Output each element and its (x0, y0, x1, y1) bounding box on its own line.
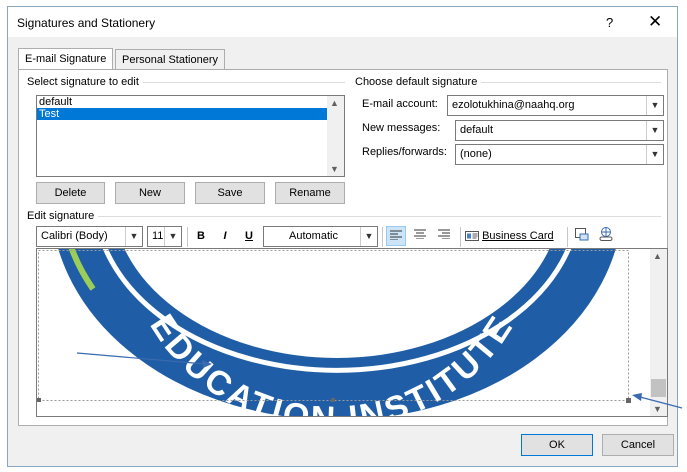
delete-button-label: Delete (54, 187, 87, 199)
title-bar: Signatures and Stationery ? ✕ (8, 7, 677, 37)
align-center-icon (414, 229, 426, 240)
scroll-down-icon[interactable]: ▼ (330, 164, 339, 174)
scroll-up-icon[interactable]: ▲ (653, 251, 662, 261)
underline-button[interactable]: U (239, 226, 259, 246)
editor-scrollbar[interactable]: ▲ ▼ (650, 249, 667, 416)
signature-list-scrollbar[interactable]: ▲ ▼ (327, 96, 344, 176)
email-account-select[interactable]: ezolotukhina@naahq.org ▼ (447, 95, 664, 116)
tab-personal-stationery-label: Personal Stationery (122, 54, 218, 66)
toolbar-separator (187, 227, 188, 247)
replies-forwards-value: (none) (460, 148, 492, 160)
default-signature-heading: Choose default signature (355, 76, 482, 88)
insert-picture-icon (575, 228, 589, 241)
chevron-down-icon[interactable]: ▼ (646, 96, 663, 115)
replies-forwards-select[interactable]: (none) ▼ (455, 144, 664, 165)
business-card-button[interactable]: Business Card (465, 226, 554, 246)
hyperlink-icon (599, 227, 613, 241)
chevron-down-icon[interactable]: ▼ (164, 227, 181, 246)
close-button[interactable]: ✕ (648, 12, 662, 32)
cancel-button-label: Cancel (620, 439, 656, 451)
replies-forwards-label: Replies/forwards: (362, 146, 447, 158)
font-name-value: Calibri (Body) (41, 230, 108, 242)
cancel-button[interactable]: Cancel (602, 434, 674, 456)
italic-button[interactable]: I (215, 226, 235, 246)
business-card-label: Business Card (482, 230, 554, 242)
scroll-up-icon[interactable]: ▲ (330, 98, 339, 108)
rename-button[interactable]: Rename (275, 182, 345, 204)
business-card-icon (465, 231, 479, 242)
toolbar-separator (382, 227, 383, 247)
ok-button-label: OK (549, 439, 565, 451)
signature-editor[interactable]: EDUCATION INSTITUTE ▲ ▼ (36, 248, 668, 417)
signature-item-test[interactable]: Test (37, 108, 327, 120)
chevron-down-icon[interactable]: ▼ (360, 227, 377, 246)
align-right-button[interactable] (434, 226, 454, 246)
chevron-down-icon[interactable]: ▼ (646, 121, 663, 140)
dialog-title: Signatures and Stationery (17, 16, 156, 30)
align-center-button[interactable] (410, 226, 430, 246)
edit-signature-heading: Edit signature (27, 210, 99, 222)
new-messages-label: New messages: (362, 122, 441, 134)
ok-button[interactable]: OK (521, 434, 593, 456)
delete-button[interactable]: Delete (36, 182, 105, 204)
insert-picture-button[interactable] (572, 226, 592, 246)
select-signature-heading: Select signature to edit (27, 76, 143, 88)
email-account-value: ezolotukhina@naahq.org (452, 99, 575, 111)
font-color-select[interactable]: Automatic ▼ (263, 226, 378, 247)
signature-logo-image: EDUCATION INSTITUTE (37, 249, 631, 416)
tab-personal-stationery[interactable]: Personal Stationery (115, 49, 225, 70)
align-left-button[interactable] (386, 226, 406, 246)
font-size-select[interactable]: 11 ▼ (147, 226, 182, 247)
bold-button[interactable]: B (191, 226, 211, 246)
email-account-label: E-mail account: (362, 98, 438, 110)
new-messages-value: default (460, 124, 494, 136)
new-messages-select[interactable]: default ▼ (455, 120, 664, 141)
save-button-label: Save (217, 187, 243, 199)
chevron-down-icon[interactable]: ▼ (125, 227, 142, 246)
scroll-thumb[interactable] (651, 379, 666, 397)
new-button[interactable]: New (115, 182, 185, 204)
toolbar-separator (460, 227, 461, 247)
new-button-label: New (138, 187, 161, 199)
toolbar-separator (567, 227, 568, 247)
help-button[interactable]: ? (606, 15, 613, 30)
chevron-down-icon[interactable]: ▼ (646, 145, 663, 164)
rename-button-label: Rename (289, 187, 331, 199)
edit-group-divider (27, 216, 661, 217)
align-left-icon (390, 230, 402, 241)
font-size-value: 11 (152, 230, 164, 242)
font-name-select[interactable]: Calibri (Body) ▼ (36, 226, 143, 247)
tab-email-signature-label: E-mail Signature (25, 53, 107, 65)
save-button[interactable]: Save (195, 182, 265, 204)
font-color-value: Automatic (289, 230, 338, 242)
insert-hyperlink-button[interactable] (596, 226, 616, 246)
align-right-icon (438, 229, 450, 240)
signature-item-default[interactable]: default (37, 96, 327, 108)
signature-list[interactable]: default Test ▲ ▼ (36, 95, 345, 177)
scroll-down-icon[interactable]: ▼ (653, 404, 662, 414)
signatures-dialog: Signatures and Stationery ? ✕ E-mail Sig… (7, 6, 678, 467)
tab-email-signature[interactable]: E-mail Signature (18, 48, 114, 70)
email-signature-panel: Select signature to edit default Test ▲ … (18, 69, 668, 426)
